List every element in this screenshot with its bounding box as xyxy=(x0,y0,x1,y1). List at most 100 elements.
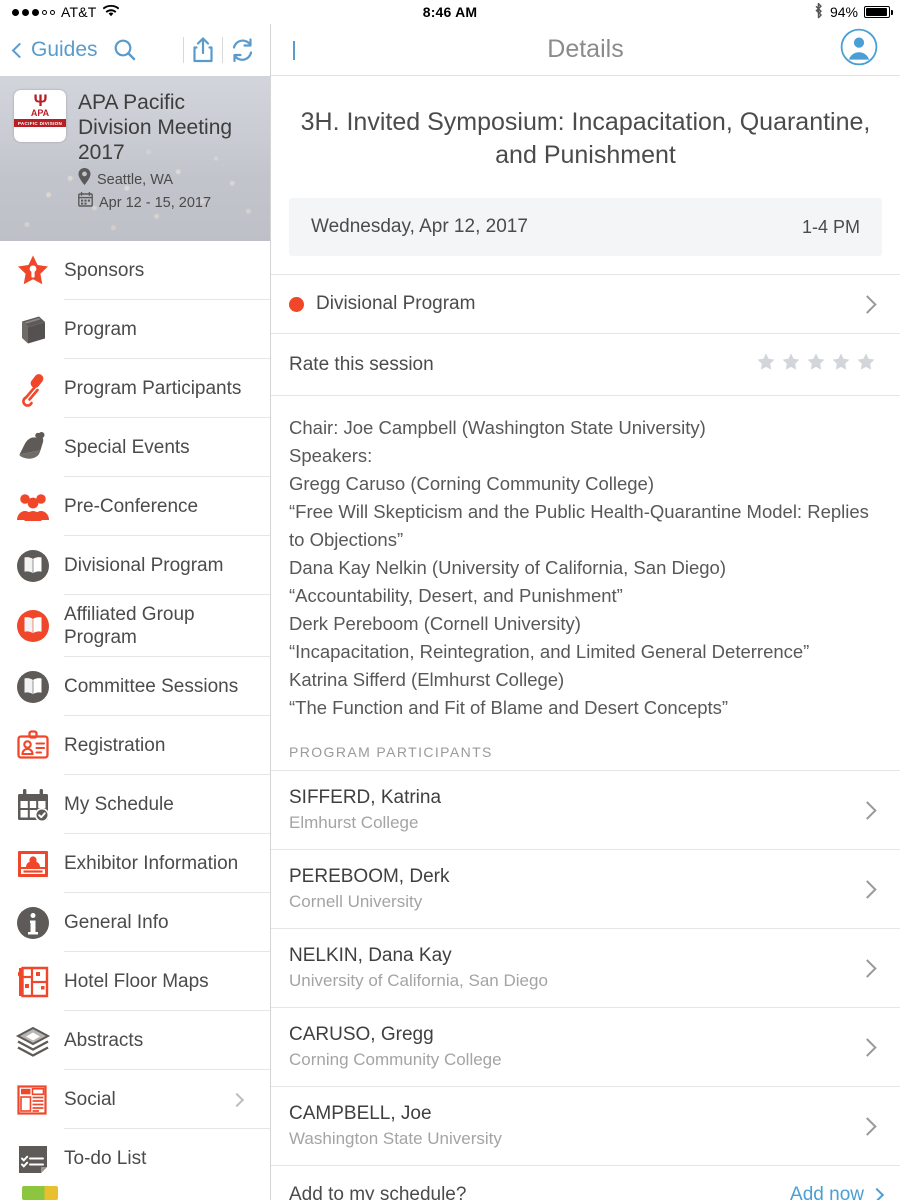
participant-affiliation: Corning Community College xyxy=(289,1050,502,1069)
toolbar-divider-1 xyxy=(183,37,184,63)
participant-row[interactable]: PEREBOOM, Derk Cornell University xyxy=(271,850,900,929)
back-to-guides-button[interactable]: Guides xyxy=(11,38,98,62)
detail-navbar: Details xyxy=(271,24,900,76)
sidebar-item-abstracts[interactable]: Abstracts xyxy=(0,1011,270,1070)
rate-session-row[interactable]: Rate this session xyxy=(271,334,900,396)
session-track-label: Divisional Program xyxy=(316,293,476,314)
sidebar-item-affiliated-group-program[interactable]: Affiliated Group Program xyxy=(0,595,270,657)
floor-plan-icon xyxy=(14,963,52,1001)
participant-row[interactable]: NELKIN, Dana Kay University of California… xyxy=(271,929,900,1008)
add-now-button[interactable]: Add now xyxy=(790,1184,885,1200)
sidebar-item-label: Registration xyxy=(64,735,166,756)
book-icon xyxy=(14,311,52,349)
sidebar-item-pre-conference[interactable]: Pre-Conference xyxy=(0,477,270,536)
sidebar-item-exhibitor-information[interactable]: Exhibitor Information xyxy=(0,834,270,893)
app-root: AT&T 8:46 AM 94% Guides Ψ APA PACIFIC DI… xyxy=(0,0,900,1200)
account-avatar-icon[interactable] xyxy=(840,28,878,71)
sidebar-item-label: Exhibitor Information xyxy=(64,853,239,874)
program-participants-header: Program Participants xyxy=(271,736,900,771)
sidebar-menu-list: Sponsors Program Program Participants Speci… xyxy=(0,241,270,1181)
participant-row[interactable]: CAMPBELL, Joe Washington State University xyxy=(271,1087,900,1166)
participant-info: CARUSO, Gregg Corning Community College xyxy=(289,1022,861,1072)
chevron-right-icon xyxy=(858,879,877,899)
participants-list: SIFFERD, Katrina Elmhurst College PEREBOOM… xyxy=(271,771,900,1166)
participant-name: NELKIN, Dana Kay xyxy=(289,945,452,966)
status-bar: AT&T 8:46 AM 94% xyxy=(0,0,900,24)
sidebar-item-label: Abstracts xyxy=(64,1030,144,1051)
participant-name: SIFFERD, Katrina xyxy=(289,787,442,808)
session-date: Wednesday, Apr 12, 2017 xyxy=(311,216,528,237)
map-pin-icon xyxy=(78,168,91,191)
apa-logo: Ψ APA PACIFIC DIVISION xyxy=(14,90,66,142)
rating-star-1[interactable] xyxy=(756,352,776,377)
session-description: Chair: Joe Campbell (Washington State Un… xyxy=(289,417,869,718)
participant-name: CAMPBELL, Joe xyxy=(289,1103,432,1124)
apa-logo-word: APA xyxy=(30,108,50,118)
sidebar-item-divisional-program[interactable]: Divisional Program xyxy=(0,536,270,595)
sidebar-item-label: Program xyxy=(64,319,137,340)
participant-row[interactable]: CARUSO, Gregg Corning Community College xyxy=(271,1008,900,1087)
search-icon[interactable] xyxy=(112,37,138,63)
sidebar-item-my-schedule[interactable]: My Schedule xyxy=(0,775,270,834)
sidebar-item-program-participants[interactable]: Program Participants xyxy=(0,359,270,418)
info-circle-icon xyxy=(14,904,52,942)
calendar-icon xyxy=(78,191,93,213)
refresh-icon[interactable] xyxy=(229,37,256,64)
microphone-icon xyxy=(14,370,52,408)
rating-star-2[interactable] xyxy=(781,352,801,377)
track-color-dot xyxy=(289,296,304,312)
rating-stars[interactable] xyxy=(756,352,876,377)
chevron-right-icon xyxy=(858,958,877,978)
session-title: 3H. Invited Symposium: Incapacitation, Q… xyxy=(300,108,871,169)
event-banner[interactable]: Ψ APA PACIFIC DIVISION APA Pacific Divis… xyxy=(0,76,270,241)
session-time: 1-4 PM xyxy=(801,216,860,237)
participant-info: PEREBOOM, Derk Cornell University xyxy=(289,864,861,914)
chevron-right-icon xyxy=(858,800,877,820)
id-badge-icon xyxy=(14,727,52,765)
detail-back-button[interactable] xyxy=(293,40,295,60)
share-icon[interactable] xyxy=(190,36,216,64)
page-title: Details xyxy=(547,35,624,63)
status-bar-time: 8:46 AM xyxy=(422,4,478,20)
sidebar-item-general-info[interactable]: General Info xyxy=(0,893,270,952)
checklist-icon xyxy=(14,1140,52,1178)
participant-name: PEREBOOM, Derk xyxy=(289,866,450,887)
open-book-circle-icon xyxy=(14,668,52,706)
participant-row[interactable]: SIFFERD, Katrina Elmhurst College xyxy=(271,771,900,850)
add-to-schedule-row[interactable]: Add to my schedule? Add now xyxy=(271,1166,900,1200)
sidebar-item-registration[interactable]: Registration xyxy=(0,716,270,775)
open-book-circle-icon xyxy=(14,607,52,645)
participant-affiliation: Cornell University xyxy=(289,892,423,911)
chevron-right-icon xyxy=(869,1187,885,1200)
sidebar-item-committee-sessions[interactable]: Committee Sessions xyxy=(0,657,270,716)
sidebar-item-social[interactable]: Social xyxy=(0,1070,270,1129)
event-dates-row: Apr 12 - 15, 2017 xyxy=(78,191,258,213)
add-now-label: Add now xyxy=(790,1184,864,1200)
star-icon xyxy=(14,252,52,290)
participant-affiliation: Washington State University xyxy=(289,1129,502,1148)
participant-affiliation: University of California, San Diego xyxy=(289,971,548,990)
session-datetime-card: Wednesday, Apr 12, 2017 1-4 PM xyxy=(289,198,882,256)
open-book-circle-icon xyxy=(14,547,52,585)
sidebar-item-program[interactable]: Program xyxy=(0,300,270,359)
battery-icon xyxy=(864,6,893,18)
sidebar-item-to-do-list[interactable]: To-do List xyxy=(0,1129,270,1181)
sidebar-item-label: Social xyxy=(64,1089,116,1110)
rating-star-4[interactable] xyxy=(831,352,851,377)
chevron-right-icon xyxy=(858,1116,877,1136)
sidebar-item-hotel-floor-maps[interactable]: Hotel Floor Maps xyxy=(0,952,270,1011)
rating-star-5[interactable] xyxy=(856,352,876,377)
partial-next-item-icon[interactable] xyxy=(22,1186,58,1200)
chevron-right-icon xyxy=(229,1092,245,1107)
session-track-row[interactable]: Divisional Program xyxy=(271,274,900,334)
apa-logo-mark: Ψ xyxy=(33,91,48,110)
main-split: Guides Ψ APA PACIFIC DIVISION APA Pacifi… xyxy=(0,24,900,1200)
sidebar: Guides Ψ APA PACIFIC DIVISION APA Pacifi… xyxy=(0,24,271,1200)
rating-star-3[interactable] xyxy=(806,352,826,377)
sidebar-item-label: My Schedule xyxy=(64,794,174,815)
sidebar-item-special-events[interactable]: Special Events xyxy=(0,418,270,477)
toolbar-divider-2 xyxy=(222,37,223,63)
sidebar-item-sponsors[interactable]: Sponsors xyxy=(0,241,270,300)
participant-info: SIFFERD, Katrina Elmhurst College xyxy=(289,785,861,835)
sidebar-item-label: Pre-Conference xyxy=(64,496,199,517)
